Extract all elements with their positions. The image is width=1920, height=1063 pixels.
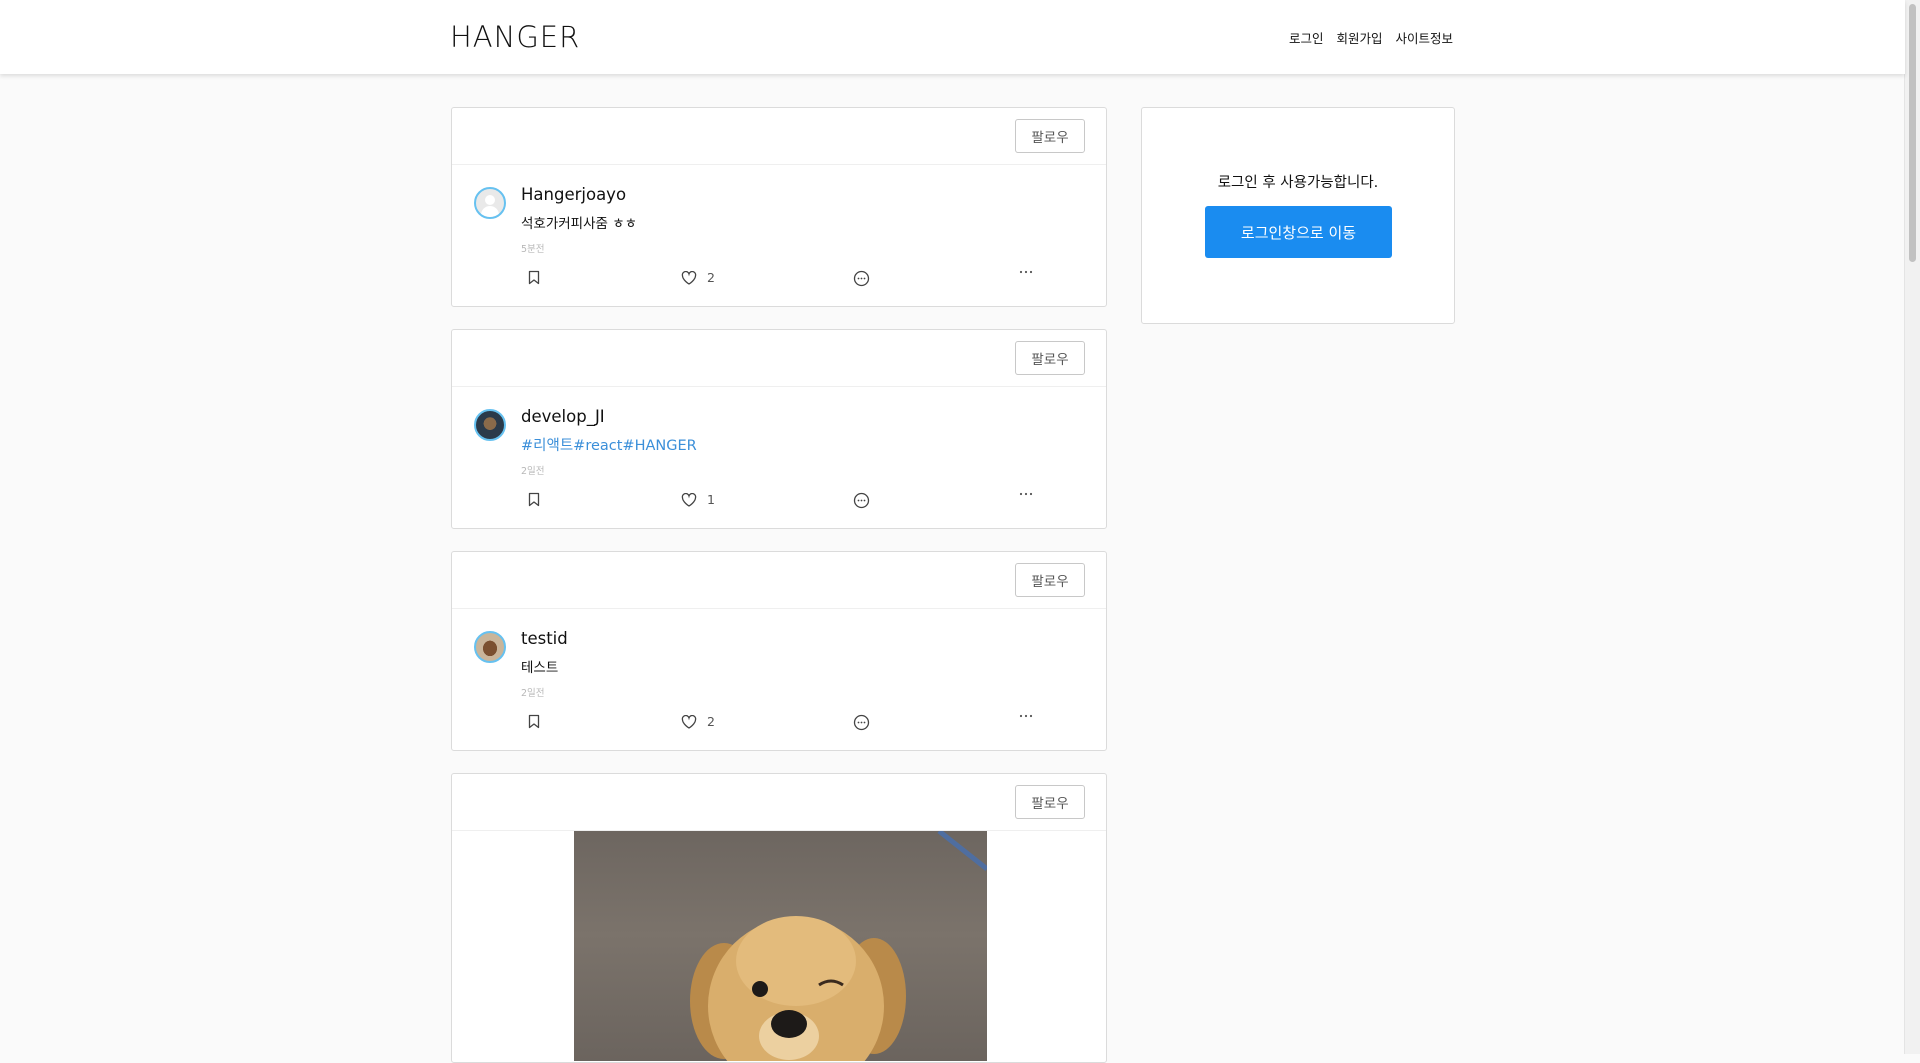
post-actions: 2 (452, 264, 1106, 304)
go-to-login-button[interactable]: 로그인창으로 이동 (1205, 206, 1392, 258)
post-body: Hangerjoayo 석호가커피사줌 ㅎㅎ 5분전 2 (452, 165, 1106, 306)
post-hashtags[interactable]: #리액트#react#HANGER (521, 434, 697, 455)
page-scrollbar[interactable] (1904, 0, 1920, 1054)
post-actions: 2 (452, 708, 1106, 748)
post-caption: 석호가커피사줌 ㅎㅎ (521, 216, 638, 232)
bookmark-icon[interactable] (528, 270, 540, 285)
post-image-area (452, 831, 1106, 1061)
post-header: 팔로우 (452, 774, 1106, 831)
more-icon[interactable] (1019, 714, 1033, 718)
like-count: 1 (707, 492, 715, 507)
like-count: 2 (707, 270, 715, 285)
post-header: 팔로우 (452, 108, 1106, 165)
login-panel: 로그인 후 사용가능합니다. 로그인창으로 이동 (1141, 107, 1455, 324)
heart-icon (681, 492, 697, 507)
avatar[interactable] (474, 409, 506, 441)
nav-login-link[interactable]: 로그인 (1289, 28, 1324, 47)
heart-icon (681, 270, 697, 285)
post-image[interactable] (574, 831, 987, 1061)
like-button[interactable]: 2 (681, 714, 715, 729)
post-time: 2일전 (521, 466, 545, 477)
post-caption: 테스트 (521, 660, 559, 676)
post-body: develop_JI #리액트#react#HANGER 2일전 1 (452, 387, 1106, 528)
bookmark-icon[interactable] (528, 492, 540, 507)
bookmark-icon[interactable] (528, 714, 540, 729)
post-card: 팔로우 develop_JI #리액트#react#HANGER 2일전 1 (451, 329, 1107, 529)
nav-siteinfo-link[interactable]: 사이트정보 (1395, 28, 1453, 47)
top-header: HANGER 로그인 회원가입 사이트정보 (0, 0, 1905, 74)
comment-icon[interactable] (853, 270, 870, 287)
like-button[interactable]: 1 (681, 492, 715, 507)
follow-button[interactable]: 팔로우 (1015, 341, 1085, 375)
comment-icon[interactable] (853, 492, 870, 509)
like-button[interactable]: 2 (681, 270, 715, 285)
nav-signup-link[interactable]: 회원가입 (1336, 28, 1382, 47)
post-username[interactable]: develop_JI (521, 407, 605, 426)
post-username[interactable]: Hangerjoayo (521, 185, 626, 204)
logo[interactable]: HANGER (450, 20, 580, 54)
puppy-photo (690, 831, 987, 1061)
post-body: testid 테스트 2일전 2 (452, 609, 1106, 750)
scrollbar-thumb[interactable] (1909, 4, 1916, 262)
post-time: 2일전 (521, 688, 545, 699)
post-header: 팔로우 (452, 330, 1106, 387)
avatar[interactable] (474, 631, 506, 663)
post-card: 팔로우 testid 테스트 2일전 2 (451, 551, 1107, 751)
follow-button[interactable]: 팔로우 (1015, 563, 1085, 597)
more-icon[interactable] (1019, 270, 1033, 274)
more-icon[interactable] (1019, 492, 1033, 496)
like-count: 2 (707, 714, 715, 729)
top-nav: 로그인 회원가입 사이트정보 (1289, 28, 1453, 47)
login-message: 로그인 후 사용가능합니다. (1217, 175, 1379, 191)
post-actions: 1 (452, 486, 1106, 526)
follow-button[interactable]: 팔로우 (1015, 785, 1085, 819)
post-time: 5분전 (521, 244, 545, 255)
post-username[interactable]: testid (521, 629, 568, 648)
avatar[interactable] (474, 187, 506, 219)
comment-icon[interactable] (853, 714, 870, 731)
follow-button[interactable]: 팔로우 (1015, 119, 1085, 153)
heart-icon (681, 714, 697, 729)
post-header: 팔로우 (452, 552, 1106, 609)
post-card: 팔로우 (451, 773, 1107, 1063)
post-card: 팔로우 Hangerjoayo 석호가커피사줌 ㅎㅎ 5분전 2 (451, 107, 1107, 307)
